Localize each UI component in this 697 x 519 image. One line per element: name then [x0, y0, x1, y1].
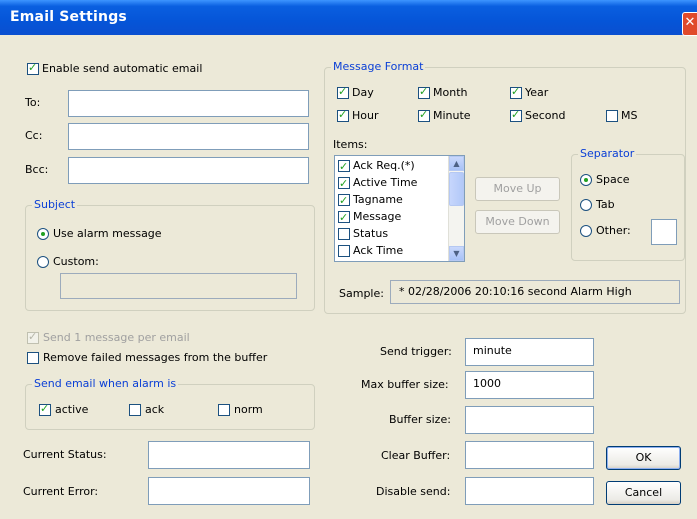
scroll-down-icon[interactable]: ▼: [449, 246, 464, 261]
bcc-input[interactable]: [68, 157, 309, 184]
format-ms-checkbox[interactable]: [606, 110, 618, 122]
enable-auto-email-label: Enable send automatic email: [42, 62, 203, 75]
current-error-field: [148, 477, 310, 505]
items-listbox[interactable]: Ack Req.(*) Active Time Tagname Message …: [334, 155, 465, 262]
scroll-thumb[interactable]: [449, 172, 464, 206]
item-label: Message: [353, 210, 402, 223]
send-one-per-email-checkbox[interactable]: [27, 330, 39, 344]
buffer-size-field: [465, 406, 594, 434]
format-day-checkbox[interactable]: [337, 85, 349, 99]
email-settings-dialog: Email Settings ✕ Enable send automatic e…: [0, 0, 697, 519]
custom-subject-input[interactable]: [60, 273, 297, 299]
list-item[interactable]: Ack Req.(*): [335, 157, 464, 175]
item-checkbox[interactable]: [338, 228, 350, 240]
list-item[interactable]: Ack Time: [335, 242, 464, 259]
separator-other-label: Other:: [596, 224, 631, 237]
use-alarm-message-radio[interactable]: [37, 228, 49, 240]
item-label: Ack Time: [353, 244, 404, 257]
use-alarm-message-label: Use alarm message: [53, 227, 162, 240]
format-minute-label: Minute: [433, 109, 471, 122]
current-status-field: [148, 441, 310, 469]
scroll-up-icon[interactable]: ▲: [449, 156, 464, 171]
custom-subject-label: Custom:: [53, 255, 99, 268]
clear-buffer-field: [465, 441, 594, 469]
send-when-norm-label: norm: [234, 403, 263, 416]
current-status-label: Current Status:: [23, 448, 107, 461]
message-format-legend: Message Format: [331, 60, 426, 73]
send-when-ack-label: ack: [145, 403, 165, 416]
clear-buffer-label: Clear Buffer:: [381, 449, 451, 462]
send-one-per-email-label: Send 1 message per email: [43, 331, 190, 344]
disable-send-field: [465, 477, 594, 505]
to-input[interactable]: [68, 90, 309, 117]
send-when-legend: Send email when alarm is: [32, 377, 179, 390]
max-buffer-size-label: Max buffer size:: [361, 378, 449, 391]
separator-space-radio[interactable]: [580, 174, 592, 186]
cancel-button[interactable]: Cancel: [606, 481, 681, 505]
item-label: Tagname: [353, 193, 403, 206]
format-day-label: Day: [352, 86, 374, 99]
format-month-label: Month: [433, 86, 468, 99]
send-when-active-label: active: [55, 403, 89, 416]
item-checkbox[interactable]: [338, 158, 350, 175]
list-item[interactable]: Status: [335, 225, 464, 242]
item-checkbox[interactable]: [338, 192, 350, 209]
move-up-button[interactable]: Move Up: [475, 177, 560, 201]
max-buffer-size-input[interactable]: 1000: [465, 371, 594, 399]
item-checkbox[interactable]: [338, 209, 350, 226]
close-icon[interactable]: ✕: [682, 12, 697, 36]
list-item[interactable]: Tagname: [335, 191, 464, 209]
separator-legend: Separator: [578, 147, 637, 160]
sample-field: * 02/28/2006 20:10:16 second Alarm High: [390, 280, 680, 304]
items-label: Items:: [333, 138, 368, 151]
format-ms-label: MS: [621, 109, 638, 122]
bcc-label: Bcc:: [25, 163, 49, 176]
send-when-norm-checkbox[interactable]: [218, 404, 230, 416]
format-year-checkbox[interactable]: [510, 85, 522, 99]
subject-legend: Subject: [32, 198, 78, 211]
item-label: Status: [353, 227, 389, 240]
item-checkbox[interactable]: [338, 245, 350, 257]
format-year-label: Year: [525, 86, 549, 99]
enable-auto-email-checkbox[interactable]: [27, 61, 39, 75]
format-minute-checkbox[interactable]: [418, 108, 430, 122]
item-label: Active Time: [353, 176, 418, 189]
send-when-ack-checkbox[interactable]: [129, 404, 141, 416]
format-month-checkbox[interactable]: [418, 85, 430, 99]
format-second-checkbox[interactable]: [510, 108, 522, 122]
separator-tab-radio[interactable]: [580, 199, 592, 211]
item-label: Ack Req.(*): [353, 159, 415, 172]
window-title: Email Settings: [10, 9, 127, 25]
cc-input[interactable]: [68, 123, 309, 150]
custom-subject-radio[interactable]: [37, 256, 49, 268]
to-label: To:: [25, 96, 41, 109]
separator-other-radio[interactable]: [580, 225, 592, 237]
list-item[interactable]: Message: [335, 208, 464, 226]
ok-button[interactable]: OK: [606, 446, 681, 470]
disable-send-label: Disable send:: [376, 485, 451, 498]
separator-space-label: Space: [596, 173, 630, 186]
list-item[interactable]: Active Time: [335, 174, 464, 192]
send-trigger-label: Send trigger:: [380, 345, 452, 358]
buffer-size-label: Buffer size:: [389, 413, 451, 426]
current-error-label: Current Error:: [23, 485, 99, 498]
sample-label: Sample:: [339, 287, 384, 300]
send-when-active-checkbox[interactable]: [39, 402, 51, 416]
format-second-label: Second: [525, 109, 566, 122]
remove-failed-checkbox[interactable]: [27, 352, 39, 364]
items-scrollbar[interactable]: ▲ ▼: [448, 156, 464, 261]
move-down-button[interactable]: Move Down: [475, 210, 560, 234]
cc-label: Cc:: [25, 129, 43, 142]
title-bar[interactable]: Email Settings ✕: [0, 0, 697, 36]
separator-tab-label: Tab: [596, 198, 615, 211]
send-trigger-input[interactable]: minute: [465, 338, 594, 366]
format-hour-checkbox[interactable]: [337, 108, 349, 122]
remove-failed-label: Remove failed messages from the buffer: [43, 351, 268, 364]
format-hour-label: Hour: [352, 109, 379, 122]
separator-other-input[interactable]: [651, 219, 677, 245]
item-checkbox[interactable]: [338, 175, 350, 192]
